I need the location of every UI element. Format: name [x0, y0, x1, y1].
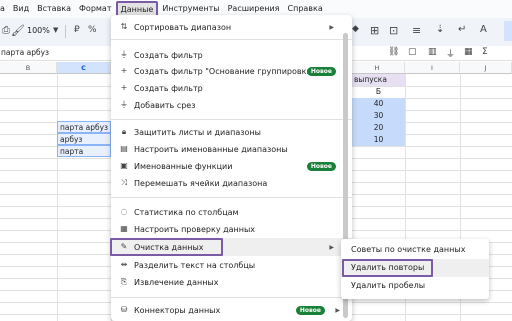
remove-duplicates-highlight	[342, 259, 433, 277]
divider	[65, 25, 66, 38]
submenu-arrow-icon: ▶	[335, 306, 340, 314]
paint-format-icon[interactable]: 🖌︎	[11, 24, 25, 37]
zoom-select[interactable]: 100%	[27, 26, 50, 35]
data-cleanup-submenu: Советы по очистке данных Удалить повторы…	[341, 239, 489, 299]
merge-cells-icon[interactable]: ⊡	[389, 24, 398, 37]
slicer-icon: ⏚	[120, 100, 128, 109]
menu-divider	[111, 197, 352, 198]
cell-c-1[interactable]: парта арбуз	[57, 121, 111, 133]
cell-h-2[interactable]: 40	[352, 98, 405, 110]
menu-divider	[111, 39, 352, 40]
menu-item-split-text[interactable]: ⇹ Разделить текст на столбцы	[111, 256, 352, 274]
text-rotation-icon[interactable]: A	[480, 24, 487, 35]
currency-icon[interactable]: ₽	[74, 25, 80, 35]
cell-h-4[interactable]: 20	[352, 122, 405, 134]
column-header-j[interactable]: J	[460, 62, 512, 74]
more-toolbar-icon[interactable]	[504, 21, 512, 41]
data-menu: ⇅ Сортировать диапазон ▶ ⏚ Создать фильт…	[110, 15, 352, 321]
sort-range-icon: ⇅	[120, 22, 128, 31]
cell-h-3[interactable]: 30	[352, 110, 405, 122]
menu-item-named-functions[interactable]: ▣ Именованные функции Новое	[111, 157, 352, 175]
link-icon[interactable]: ⛓	[388, 47, 399, 57]
menu-item-sort-range[interactable]: ⇅ Сортировать диапазон ▶	[111, 18, 352, 36]
cell-h-header[interactable]: выпуска	[352, 74, 405, 86]
functions-icon[interactable]: Σ	[482, 47, 488, 57]
text-color-icon[interactable]: ◆	[352, 24, 359, 34]
column-header-i[interactable]: I	[405, 62, 460, 74]
menu-divider	[111, 297, 352, 298]
submenu-item-cleanup-suggestions[interactable]: Советы по очистке данных	[341, 241, 489, 259]
functions-icon: ▣	[120, 161, 128, 170]
formula-value[interactable]: парта арбуз	[1, 48, 49, 57]
filter-icon[interactable]: ⏚	[446, 47, 455, 60]
column-header-b[interactable]: B	[0, 62, 57, 74]
menu-item-named-ranges[interactable]: ▤ Настроить именованные диапазоны	[111, 140, 352, 158]
menu-insert[interactable]: Вставка	[33, 1, 75, 17]
cell-h-1[interactable]: Б	[352, 86, 405, 98]
column-stats-icon: ◌	[120, 207, 128, 216]
comment-icon[interactable]: ▢	[408, 47, 417, 57]
shuffle-icon: ⤨	[120, 178, 128, 187]
plus-icon: +	[120, 66, 128, 75]
extract-data-icon: ⎘	[120, 277, 128, 286]
menu-item-data-validation[interactable]: ▦ Настроить проверку данных	[111, 220, 352, 238]
filter-icon: ⏚	[120, 50, 128, 59]
split-columns-icon: ⇹	[120, 260, 128, 269]
plus-icon: +	[120, 83, 128, 92]
menu-divider	[111, 119, 352, 120]
menu-view[interactable]: Вид	[9, 1, 33, 17]
align-icon[interactable]: ≡	[412, 24, 421, 37]
menu-item-create-group-filter[interactable]: + Создать фильтр "Основание группировки"…	[111, 62, 352, 80]
menu-edit[interactable]: а	[0, 1, 9, 17]
wrap-icon[interactable]: ↵	[458, 24, 466, 35]
cell-c-2[interactable]: арбуз	[57, 133, 111, 145]
borders-icon[interactable]: ⊞	[370, 24, 379, 37]
menu-item-add-slicer[interactable]: ⏚ Добавить срез	[111, 96, 352, 114]
menu-item-column-stats[interactable]: ◌ Статистика по столбцам	[111, 203, 352, 221]
column-header-c[interactable]: C	[57, 62, 111, 74]
named-ranges-icon: ▤	[120, 144, 128, 153]
cell-c-3[interactable]: парта	[57, 145, 111, 157]
chevron-down-icon[interactable]: ▼	[53, 26, 58, 34]
menu-item-protect-sheets[interactable]: 🔒︎ Защитить листы и диапазоны	[111, 123, 352, 141]
data-cleanup-highlight	[110, 238, 223, 256]
connectors-icon: ⛁	[120, 305, 128, 314]
menu-item-data-extraction[interactable]: ⎘ Извлечение данных	[111, 273, 352, 291]
submenu-arrow-icon: ▶	[329, 23, 334, 31]
column-header-h[interactable]: H	[350, 62, 405, 74]
menu-item-create-filter-view[interactable]: + Создать фильтр	[111, 79, 352, 97]
new-badge: Новое	[306, 161, 336, 171]
menu-item-data-connectors[interactable]: ⛁ Коннекторы данных Новое ▶	[111, 301, 352, 319]
sheets-view-icon[interactable]: ▦	[464, 47, 473, 57]
grid-line	[57, 74, 58, 321]
data-validation-icon: ▦	[120, 224, 128, 233]
menu-format[interactable]: Формат	[75, 1, 115, 17]
cell-h-5[interactable]: 10	[352, 134, 405, 146]
submenu-arrow-icon: ▶	[329, 243, 334, 251]
new-badge: Новое	[295, 305, 325, 315]
percent-icon[interactable]: %	[88, 25, 97, 35]
chart-icon[interactable]: ▥	[428, 47, 437, 57]
lock-icon: 🔒︎	[121, 127, 127, 136]
print-icon[interactable]: ⎙	[2, 25, 10, 36]
new-badge: Новое	[306, 66, 336, 76]
menu-item-randomize-range[interactable]: ⤨ Перемешать ячейки диапазона	[111, 174, 352, 192]
submenu-item-trim-whitespace[interactable]: Удалить пробелы	[341, 277, 489, 295]
valign-icon[interactable]: ⇣	[436, 24, 444, 35]
